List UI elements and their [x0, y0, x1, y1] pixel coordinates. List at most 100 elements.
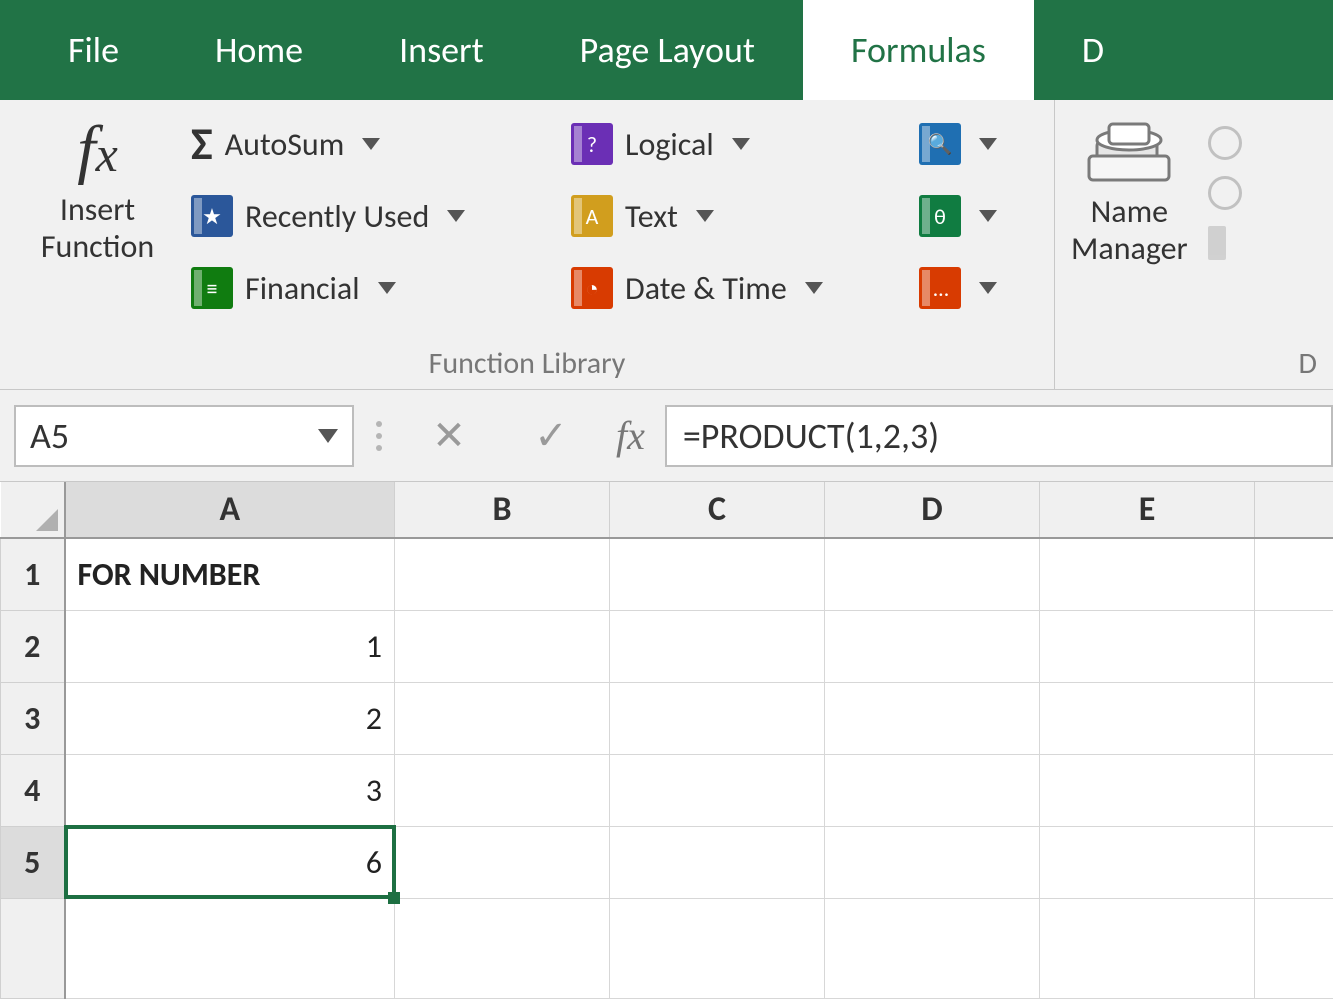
fx-icon: fx: [48, 110, 148, 190]
cell-F5-partial[interactable]: [1255, 826, 1333, 898]
autosum-button[interactable]: Σ AutoSum: [185, 112, 565, 176]
cell-D1[interactable]: [825, 538, 1040, 610]
tab-formulas[interactable]: Formulas: [803, 0, 1034, 100]
cell-D3[interactable]: [825, 682, 1040, 754]
chevron-down-icon: [378, 282, 396, 294]
col-header-A[interactable]: A: [65, 482, 395, 538]
cell-C6-partial[interactable]: [610, 898, 825, 998]
col-header-E[interactable]: E: [1040, 482, 1255, 538]
cell-B4[interactable]: [395, 754, 610, 826]
date-time-button[interactable]: ◔ Date & Time: [565, 256, 913, 320]
col-header-B[interactable]: B: [395, 482, 610, 538]
chevron-down-icon: [362, 138, 380, 150]
logical-book-icon: ?: [571, 123, 613, 165]
cell-C1[interactable]: [610, 538, 825, 610]
chevron-down-icon: [447, 210, 465, 222]
menu-bar: File Home Insert Page Layout Formulas D: [0, 0, 1333, 100]
financial-book-icon: ≡: [191, 267, 233, 309]
cell-A1[interactable]: FOR NUMBER: [65, 538, 395, 610]
math-trig-button[interactable]: θ: [913, 184, 1023, 248]
more-functions-button[interactable]: …: [913, 256, 1023, 320]
group-function-library: fx Insert Function Σ AutoSum ★ Recently …: [0, 100, 1055, 389]
cell-E5[interactable]: [1040, 826, 1255, 898]
cell-F2-partial[interactable]: [1255, 610, 1333, 682]
theta-book-icon: θ: [919, 195, 961, 237]
cell-A3[interactable]: 2: [65, 682, 395, 754]
cell-C3[interactable]: [610, 682, 825, 754]
cancel-button: ✕: [404, 405, 494, 467]
cell-F3-partial[interactable]: [1255, 682, 1333, 754]
financial-button[interactable]: ≡ Financial: [185, 256, 565, 320]
chevron-down-icon: [979, 210, 997, 222]
cell-E1[interactable]: [1040, 538, 1255, 610]
group-defined-names: Name Manager D: [1055, 100, 1333, 389]
cell-F4-partial[interactable]: [1255, 754, 1333, 826]
tab-insert[interactable]: Insert: [351, 0, 532, 100]
chevron-down-icon: [979, 138, 997, 150]
chevron-down-icon: [805, 282, 823, 294]
recently-used-button[interactable]: ★ Recently Used: [185, 184, 565, 248]
cell-E3[interactable]: [1040, 682, 1255, 754]
logical-button[interactable]: ? Logical: [565, 112, 913, 176]
tab-file[interactable]: File: [20, 0, 167, 100]
row-header-3[interactable]: 3: [1, 682, 65, 754]
row-header-partial[interactable]: [1, 898, 65, 998]
cell-B3[interactable]: [395, 682, 610, 754]
cell-E4[interactable]: [1040, 754, 1255, 826]
spreadsheet-grid[interactable]: A B C D E 1 FOR NUMBER 2 1 3 2: [0, 482, 1333, 999]
sigma-icon: Σ: [191, 116, 213, 172]
name-manager-icon: [1079, 110, 1179, 192]
cell-B6-partial[interactable]: [395, 898, 610, 998]
cell-A5[interactable]: 6: [65, 826, 395, 898]
row-header-1[interactable]: 1: [1, 538, 65, 610]
search-book-icon: 🔍: [919, 123, 961, 165]
more-book-icon: …: [919, 267, 961, 309]
cell-B1[interactable]: [395, 538, 610, 610]
text-book-icon: A: [571, 195, 613, 237]
name-manager-button[interactable]: Name Manager: [1065, 106, 1194, 345]
formula-input[interactable]: =PRODUCT(1,2,3): [665, 405, 1333, 467]
select-all-corner[interactable]: [1, 482, 65, 538]
cell-F1-partial[interactable]: [1255, 538, 1333, 610]
cell-D4[interactable]: [825, 754, 1040, 826]
cell-E2[interactable]: [1040, 610, 1255, 682]
cell-D6-partial[interactable]: [825, 898, 1040, 998]
row-header-4[interactable]: 4: [1, 754, 65, 826]
group-label-function-library: Function Library: [10, 345, 1044, 389]
formula-bar-row: A5 ✕ ✓ fx =PRODUCT(1,2,3): [0, 390, 1333, 482]
cell-A6-partial[interactable]: [65, 898, 395, 998]
row-header-5[interactable]: 5: [1, 826, 65, 898]
lookup-reference-button[interactable]: 🔍: [913, 112, 1023, 176]
cell-E6-partial[interactable]: [1040, 898, 1255, 998]
insert-function-button[interactable]: fx Insert Function: [10, 106, 185, 345]
tab-data-partial[interactable]: D: [1034, 0, 1152, 100]
defined-names-partial-icons: [1208, 106, 1242, 345]
chevron-down-icon: [732, 138, 750, 150]
col-header-D[interactable]: D: [825, 482, 1040, 538]
fx-label[interactable]: fx: [608, 412, 653, 459]
col-header-C[interactable]: C: [610, 482, 825, 538]
cell-C2[interactable]: [610, 610, 825, 682]
col-header-partial[interactable]: [1255, 482, 1333, 538]
cell-B2[interactable]: [395, 610, 610, 682]
partial-icon: [1208, 126, 1242, 160]
cell-B5[interactable]: [395, 826, 610, 898]
clock-book-icon: ◔: [571, 267, 613, 309]
row-header-2[interactable]: 2: [1, 610, 65, 682]
text-button[interactable]: A Text: [565, 184, 913, 248]
cell-C4[interactable]: [610, 754, 825, 826]
cell-A2[interactable]: 1: [65, 610, 395, 682]
chevron-down-icon: [696, 210, 714, 222]
name-box[interactable]: A5: [14, 405, 354, 467]
cell-F6-partial[interactable]: [1255, 898, 1333, 998]
tab-page-layout[interactable]: Page Layout: [532, 0, 803, 100]
tab-home[interactable]: Home: [167, 0, 351, 100]
splitter-handle[interactable]: [366, 421, 392, 451]
chevron-down-icon: [318, 429, 338, 443]
cell-A4[interactable]: 3: [65, 754, 395, 826]
partial-icon: [1208, 226, 1226, 260]
partial-icon: [1208, 176, 1242, 210]
cell-D5[interactable]: [825, 826, 1040, 898]
cell-C5[interactable]: [610, 826, 825, 898]
cell-D2[interactable]: [825, 610, 1040, 682]
